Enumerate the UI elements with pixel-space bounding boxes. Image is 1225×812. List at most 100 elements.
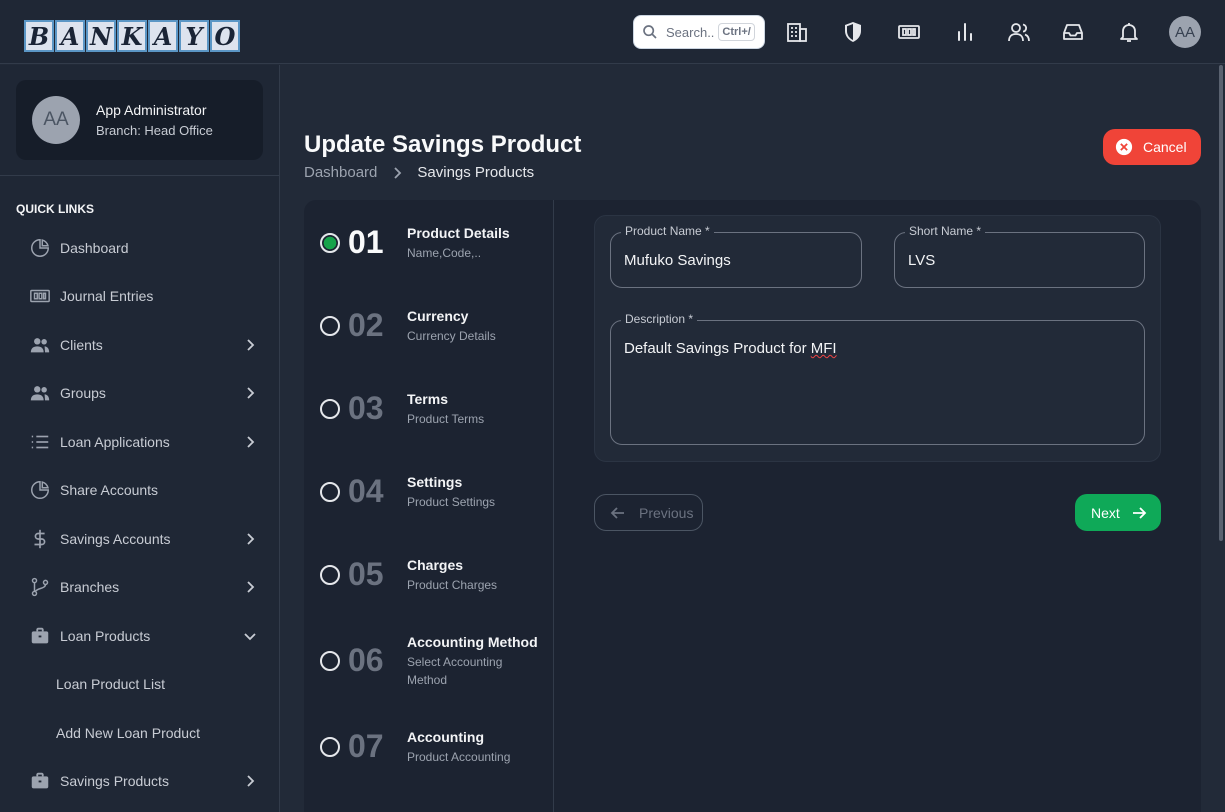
bell-icon[interactable] <box>1117 20 1141 44</box>
logo-letter: Y <box>179 20 209 52</box>
previous-button[interactable]: Previous <box>594 494 703 531</box>
description-misspelled-word: MFI <box>810 340 837 357</box>
description-text: Default Savings Product for <box>624 340 811 357</box>
step-subtitle: Currency Details <box>407 329 496 343</box>
sidebar-item-journal-entries[interactable]: Journal Entries <box>28 280 258 312</box>
short-name-field[interactable]: Short Name * LVS <box>894 224 1145 288</box>
sidebar-subitem-loan-product-list[interactable]: Loan Product List <box>56 676 165 692</box>
step-title: Currency <box>407 308 469 324</box>
git-branch-icon <box>28 575 52 599</box>
sidebar-item-loan-applications[interactable]: Loan Applications <box>28 426 258 458</box>
cancel-label: Cancel <box>1143 139 1187 155</box>
cancel-button[interactable]: Cancel <box>1103 129 1201 165</box>
inbox-icon[interactable] <box>1061 20 1085 44</box>
step-indicator-icon <box>320 737 340 757</box>
page-scrollbar[interactable] <box>1219 65 1223 541</box>
page-title: Update Savings Product <box>304 131 582 158</box>
logo-letter: A <box>55 20 85 52</box>
user-card[interactable]: AA App Administrator Branch: Head Office <box>16 80 263 160</box>
money-icon <box>28 284 52 308</box>
chevron-right-icon <box>394 166 402 179</box>
step-title: Product Details <box>407 225 510 241</box>
step-indicator-icon <box>320 233 340 253</box>
close-circle-icon <box>1115 138 1133 156</box>
quick-links-heading: QUICK LINKS <box>16 202 94 216</box>
sidebar-item-label: Loan Applications <box>60 434 170 450</box>
step-indicator-icon <box>320 316 340 336</box>
briefcase-icon <box>28 769 52 793</box>
description-textarea[interactable]: Description * Default Savings Product fo… <box>610 312 1145 445</box>
logo-letter: O <box>210 20 240 52</box>
money-icon[interactable] <box>897 20 921 44</box>
briefcase-icon <box>28 624 52 648</box>
sidebar-item-label: Clients <box>60 337 103 353</box>
previous-label: Previous <box>639 504 694 521</box>
step-number: 02 <box>348 307 384 343</box>
step-number: 04 <box>348 473 384 509</box>
user-name: App Administrator <box>96 102 207 118</box>
stepper-divider <box>553 200 554 812</box>
next-button[interactable]: Next <box>1075 494 1161 531</box>
step-number: 05 <box>348 556 384 592</box>
sidebar: AA App Administrator Branch: Head Office… <box>0 65 280 812</box>
sidebar-item-label: Savings Accounts <box>60 531 171 547</box>
product-name-field[interactable]: Product Name * Mufuko Savings <box>610 224 862 288</box>
avatar: AA <box>32 96 80 144</box>
step-title: Charges <box>407 557 464 573</box>
chevron-right-icon <box>247 387 255 399</box>
sidebar-item-label: Share Accounts <box>60 482 159 498</box>
arrow-left-icon <box>610 506 624 519</box>
step-subtitle: Product Accounting <box>407 750 511 764</box>
search-shortcut: Ctrl+/ <box>718 23 755 41</box>
logo-letter: A <box>148 20 178 52</box>
dollar-icon <box>28 527 52 551</box>
arrow-right-icon <box>1132 506 1147 519</box>
description-value: Default Savings Product for MFI <box>624 340 837 357</box>
search-icon <box>643 25 657 39</box>
sidebar-item-groups[interactable]: Groups <box>28 377 258 409</box>
breadcrumb: Dashboard Savings Products <box>304 164 534 181</box>
step-subtitle: Product Charges <box>407 578 498 592</box>
sidebar-item-dashboard[interactable]: Dashboard <box>28 232 258 264</box>
sidebar-subitem-add-new-loan-product[interactable]: Add New Loan Product <box>56 725 200 741</box>
chevron-right-icon <box>247 339 255 351</box>
pie-chart-icon <box>28 478 52 502</box>
users-icon <box>28 333 52 357</box>
step-indicator-icon <box>320 482 340 502</box>
chevron-down-icon <box>244 633 256 641</box>
sidebar-item-branches[interactable]: Branches <box>28 571 258 603</box>
building-icon[interactable] <box>785 20 809 44</box>
sidebar-item-clients[interactable]: Clients <box>28 329 258 361</box>
users-icon[interactable] <box>1007 20 1031 44</box>
sidebar-item-share-accounts[interactable]: Share Accounts <box>28 474 258 506</box>
chart-icon[interactable] <box>953 20 977 44</box>
short-name-value: LVS <box>908 252 936 269</box>
sidebar-item-savings-products[interactable]: Savings Products <box>28 765 258 797</box>
chevron-right-icon <box>247 533 255 545</box>
top-bar: B A N K A Y O Search.. Ctrl+/ AA <box>0 0 1225 64</box>
sidebar-item-savings-accounts[interactable]: Savings Accounts <box>28 523 258 555</box>
step-indicator-icon <box>320 651 340 671</box>
sidebar-item-loan-products[interactable]: Loan Products <box>28 620 258 652</box>
short-name-label: Short Name * <box>905 224 986 238</box>
step-subtitle: Product Settings <box>407 495 496 509</box>
chevron-right-icon <box>247 436 255 448</box>
step-title: Settings <box>407 474 463 490</box>
logo-letter: K <box>117 20 147 52</box>
search-placeholder: Search.. <box>666 24 715 40</box>
sidebar-item-label: Dashboard <box>60 240 129 256</box>
search-box[interactable]: Search.. Ctrl+/ <box>633 15 765 49</box>
user-avatar[interactable]: AA <box>1169 16 1201 48</box>
breadcrumb-savings-products[interactable]: Savings Products <box>417 164 534 181</box>
product-details-form: Product Name * Mufuko Savings Short Name… <box>594 215 1161 462</box>
step-title: Accounting Method <box>407 634 538 650</box>
breadcrumb-dashboard[interactable]: Dashboard <box>304 164 377 181</box>
step-number: 03 <box>348 390 384 426</box>
step-subtitle: Select Accounting Method <box>407 655 503 687</box>
sidebar-item-label: Loan Products <box>60 628 151 644</box>
chevron-right-icon <box>247 775 255 787</box>
shield-icon[interactable] <box>841 20 865 44</box>
bankayo-logo[interactable]: B A N K A Y O <box>24 20 240 54</box>
step-number: 07 <box>348 728 384 764</box>
sidebar-item-label: Branches <box>60 579 120 595</box>
